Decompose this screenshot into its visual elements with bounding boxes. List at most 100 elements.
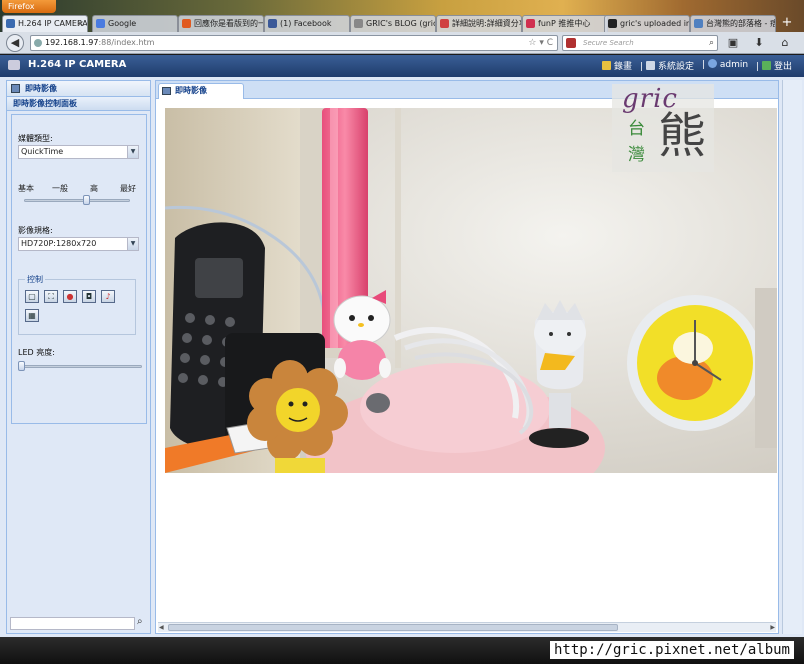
app-header: H.264 IP CAMERA 錄畫 | 系統設定 | admin | 登出 xyxy=(0,55,804,77)
gric-watermark-logo: gric 台 灣 熊 xyxy=(612,84,714,172)
url-watermark: http://gric.pixnet.net/album xyxy=(549,641,794,659)
logout-icon xyxy=(761,61,771,70)
panel-search-input[interactable] xyxy=(10,617,135,630)
audio-button[interactable]: ◘ xyxy=(82,290,96,303)
chevron-down-icon[interactable]: ▼ xyxy=(127,146,138,158)
tab-label: funP 推推中心 xyxy=(538,19,591,28)
quality-label-best: 最好 xyxy=(120,184,136,193)
uploads-favicon xyxy=(608,19,617,28)
camera-logo-icon xyxy=(8,60,20,70)
control-panel: 媒體類型: QuickTime ▼ 基本 一般 高 最好 影像規格: HD720… xyxy=(11,114,147,424)
scrollbar-thumb[interactable] xyxy=(168,624,618,631)
control-group-label: 控制 xyxy=(25,274,45,285)
quality-slider-thumb[interactable] xyxy=(83,195,91,205)
fullscreen-icon: ⛶ xyxy=(48,292,54,301)
scroll-right-icon[interactable]: ▶ xyxy=(770,623,775,632)
pixnet-favicon xyxy=(694,19,703,28)
header-menu: 錄畫 | 系統設定 | admin | 登出 xyxy=(602,59,792,72)
browser-tab-forum[interactable]: 回應你是看版到的一... xyxy=(178,15,264,32)
search-engine-icon[interactable] xyxy=(566,38,576,48)
quality-label-high: 高 xyxy=(90,184,98,193)
record-video-icon: ● xyxy=(66,292,74,301)
settings-link[interactable]: | 系統設定 xyxy=(640,59,694,72)
grid-icon: ▦ xyxy=(28,311,36,320)
left-panel: 即時影像 即時影像控制面板 媒體類型: QuickTime ▼ 基本 一般 高 … xyxy=(6,80,151,634)
user-icon xyxy=(707,59,717,68)
speaker-icon: ◘ xyxy=(85,292,93,301)
resolution-label: 影像規格: xyxy=(18,226,53,235)
tab-label: 台灣熊的部落格 - 痞... xyxy=(706,19,775,28)
control-group: 控制 ▢ ⛶ ● ◘ ♪ ▦ xyxy=(18,274,136,335)
browser-tab-share[interactable]: 詳細說明:詳細資分享... xyxy=(436,15,522,32)
quality-slider-track[interactable] xyxy=(24,199,130,202)
settings-label: 系統設定 xyxy=(657,62,694,72)
chevron-down-icon[interactable]: ▼ xyxy=(127,238,138,250)
google-favicon xyxy=(96,19,105,28)
player-type-select[interactable]: QuickTime ▼ xyxy=(18,145,139,159)
user-link[interactable]: | admin xyxy=(702,59,748,72)
logo-tw-2: 灣 xyxy=(628,145,645,165)
browser-tab-blog[interactable]: GRIC's BLOG (gric的... xyxy=(350,15,436,32)
led-brightness-label: LED 亮度: xyxy=(18,348,55,357)
logo-tw-1: 台 xyxy=(628,119,645,139)
search-icon[interactable]: ⌕ xyxy=(137,616,143,627)
horizontal-scrollbar[interactable]: ◀ ▶ xyxy=(158,622,776,632)
left-panel-title: 即時影像 xyxy=(25,84,57,93)
led-slider-thumb[interactable] xyxy=(18,361,25,371)
microphone-icon: ♪ xyxy=(105,292,111,301)
browser-tab-pixnet[interactable]: 台灣熊的部落格 - 痞... xyxy=(690,15,776,32)
tab-label: (1) Facebook xyxy=(280,19,332,28)
browser-tab-ipcam[interactable]: H.264 IP CAMERA × xyxy=(2,15,88,32)
home-icon[interactable]: ⌂ xyxy=(776,35,794,51)
funp-favicon xyxy=(526,19,535,28)
browser-tab-funp[interactable]: funP 推推中心 xyxy=(522,15,608,32)
search-bar[interactable]: Secure Search ⌕ xyxy=(562,35,718,51)
url-bar[interactable]: 192.168.1.97:88/index.htm ☆ ▾ C xyxy=(30,35,558,51)
quality-label-normal: 一般 xyxy=(52,184,68,193)
logout-label: 登出 xyxy=(773,62,792,72)
user-label: admin xyxy=(719,60,749,70)
back-button[interactable]: ◀ xyxy=(6,34,24,52)
player-type-value: QuickTime xyxy=(21,147,64,156)
tab-label: Google xyxy=(108,19,137,28)
browser-tab-google[interactable]: Google xyxy=(92,15,178,32)
settings-icon xyxy=(645,61,655,70)
firefox-menu-button[interactable]: Firefox xyxy=(2,0,56,13)
led-slider-track[interactable] xyxy=(18,365,142,368)
left-panel-header: 即時影像 xyxy=(7,81,150,97)
record-link[interactable]: 錄畫 xyxy=(602,59,632,72)
url-domain: 192.168.1.97 xyxy=(45,38,99,47)
fullscreen-button[interactable]: ⛶ xyxy=(44,290,58,303)
browser-tab-uploads[interactable]: gric's uploaded im... xyxy=(604,15,690,32)
camera-icon: ▢ xyxy=(28,292,36,301)
site-identity-icon[interactable] xyxy=(34,39,42,47)
magnifier-icon[interactable]: ⌕ xyxy=(709,36,714,50)
tab-live-view-label: 即時影像 xyxy=(175,86,207,95)
ipcam-favicon xyxy=(6,19,15,28)
monitor-icon xyxy=(162,87,171,95)
download-icon[interactable]: ⬇ xyxy=(750,35,768,51)
tab-live-view[interactable]: 即時影像 xyxy=(158,83,244,99)
tab-label: gric's uploaded im... xyxy=(620,19,689,28)
scroll-left-icon[interactable]: ◀ xyxy=(159,623,164,632)
snapshot-button[interactable]: ▢ xyxy=(25,290,39,303)
record-label: 錄畫 xyxy=(614,62,633,72)
blog-favicon xyxy=(354,19,363,28)
close-icon[interactable]: × xyxy=(77,16,84,31)
logo-bear: 熊 xyxy=(658,108,707,164)
ptz-button[interactable]: ▦ xyxy=(25,309,39,322)
tab-label: 回應你是看版到的一... xyxy=(194,19,264,28)
app-title: H.264 IP CAMERA xyxy=(28,59,127,70)
resolution-select[interactable]: HD720P:1280x720 ▼ xyxy=(18,237,139,251)
right-collapsed-panel[interactable] xyxy=(782,80,802,634)
new-tab-button[interactable]: + xyxy=(777,16,797,31)
url-bar-icons[interactable]: ☆ ▾ C xyxy=(528,36,553,50)
tab-label: GRIC's BLOG (gric的... xyxy=(366,19,435,28)
addon-icon[interactable]: ▣ xyxy=(724,35,742,51)
record-button[interactable]: ● xyxy=(63,290,77,303)
talk-button[interactable]: ♪ xyxy=(101,290,115,303)
facebook-favicon xyxy=(268,19,277,28)
forum-favicon xyxy=(182,19,191,28)
browser-tab-facebook[interactable]: (1) Facebook xyxy=(264,15,350,32)
logout-link[interactable]: | 登出 xyxy=(756,59,792,72)
